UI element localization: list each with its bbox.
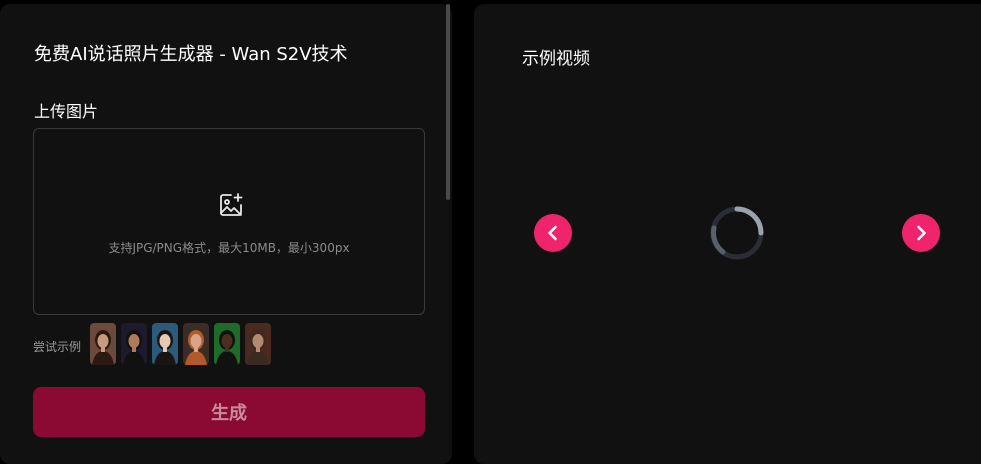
previous-video-button[interactable] [534,214,572,252]
try-examples-label: 尝试示例 [33,340,82,354]
image-add-icon [220,193,243,216]
upload-section-label: 上传图片 [34,102,99,121]
example-portrait-1[interactable] [90,323,116,365]
chevron-right-icon [917,225,926,241]
chevron-left-icon [548,225,557,241]
generate-button[interactable]: 生成 [33,387,425,437]
left-panel: 免费AI说话照片生成器 - Wan S2V技术 上传图片 支持JPG/PNG格式… [0,4,452,464]
example-video-title: 示例视频 [522,49,590,69]
page-title: 免费AI说话照片生成器 - Wan S2V技术 [34,44,348,65]
next-video-button[interactable] [902,214,940,252]
example-portrait-6[interactable] [245,323,271,365]
image-upload-dropzone[interactable]: 支持JPG/PNG格式，最大10MB，最小300px [33,128,425,315]
example-portrait-4[interactable] [183,323,209,365]
example-portrait-5[interactable] [214,323,240,365]
upload-hint-text: 支持JPG/PNG格式，最大10MB，最小300px [108,241,350,255]
example-portrait-2[interactable] [121,323,147,365]
example-video-panel: 示例视频 [474,4,981,464]
left-panel-scrollbar[interactable] [446,4,450,200]
example-portrait-3[interactable] [152,323,178,365]
loading-spinner-icon [710,206,764,260]
